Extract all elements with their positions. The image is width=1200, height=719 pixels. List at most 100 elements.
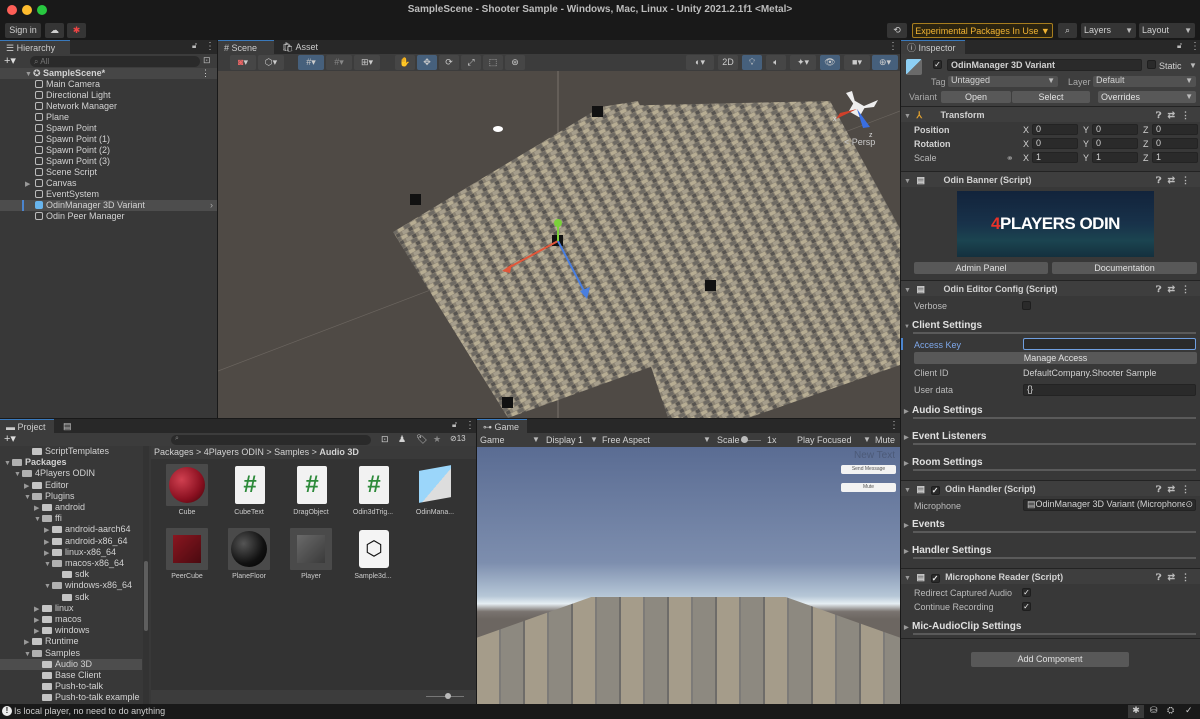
visibility-toggle[interactable]: 👁︎ (820, 55, 840, 70)
folder-tree-item[interactable]: ▶ linux (0, 603, 142, 614)
transform-position-z-input[interactable]: 0 (1152, 124, 1198, 135)
transform-scale-y-input[interactable]: 1 (1092, 152, 1138, 163)
hand-tool-button[interactable]: ✋ (395, 55, 415, 70)
spawn-point-icon[interactable] (705, 280, 716, 291)
directional-light-icon[interactable] (493, 126, 503, 132)
editor-config-header[interactable]: ▼ ▤ Odin Editor Config (Script) ❓︎⇄⋮ (901, 280, 1200, 296)
chevron-right-icon[interactable]: › (210, 200, 213, 211)
orientation-gizmo[interactable] (836, 91, 878, 128)
more-options-icon[interactable]: ⋮ (1181, 110, 1196, 120)
user-data-input[interactable]: {} (1023, 384, 1196, 396)
tag-icon[interactable]: 🏷︎ (416, 434, 427, 445)
sign-in-button[interactable]: Sign in (5, 23, 41, 38)
hierarchy-item[interactable]: ▶ Canvas (0, 178, 217, 189)
draw-mode-dropdown[interactable]: ◙▾ (230, 55, 256, 70)
help-icon[interactable]: ❓︎ (1156, 175, 1167, 185)
rect-tool-button[interactable]: ⬚ (483, 55, 503, 70)
odin-banner-image[interactable]: 4PLAYERS ODIN (957, 191, 1154, 257)
event-listeners-section[interactable]: ▶ Event Listeners (901, 429, 1200, 445)
odin-handler-enabled-checkbox[interactable]: ✓ (930, 486, 940, 495)
documentation-button[interactable]: Documentation (1052, 262, 1197, 274)
layers-dropdown[interactable]: Layers ▼ (1081, 23, 1136, 38)
hierarchy-item[interactable]: Spawn Point (3) (0, 156, 217, 167)
persp-label[interactable]: < Persp (844, 137, 875, 147)
mic-reader-enabled-checkbox[interactable]: ✓ (930, 574, 940, 583)
expand-arrow-icon[interactable]: ▶ (904, 404, 912, 420)
hierarchy-item[interactable]: Scene Script (0, 167, 217, 178)
more-options-icon[interactable]: ⋮ (205, 41, 215, 52)
grid-snap-toggle[interactable]: #▾ (298, 55, 324, 70)
2d-toggle[interactable]: 2D (718, 55, 738, 70)
tab-hierarchy[interactable]: ☰ Hierarchy (0, 40, 70, 54)
hierarchy-search-input[interactable]: ⌕ All (30, 56, 200, 67)
folder-tree-item[interactable]: ▼ 4Players ODIN (0, 468, 142, 479)
breadcrumb-item[interactable]: Packages (154, 447, 194, 457)
audio-settings-section[interactable]: ▶ Audio Settings (901, 403, 1200, 419)
folder-tree-item[interactable]: ▶ android-x86_64 (0, 536, 142, 547)
transform-header[interactable]: ▼ ⅄ Transform ❓︎⇄⋮ (901, 106, 1200, 122)
more-options-icon[interactable]: ⋮ (465, 420, 475, 431)
mute-button[interactable]: Mute (841, 483, 896, 492)
expand-arrow-icon[interactable]: ▶ (904, 544, 912, 560)
presets-icon[interactable]: ⇄ (1167, 284, 1181, 294)
play-focused-dropdown[interactable]: Play Focused ▼ (797, 433, 871, 447)
static-checkbox[interactable] (1147, 60, 1156, 69)
experimental-packages-button[interactable]: Experimental Packages In Use ▼ (912, 23, 1053, 38)
lighting-toggle[interactable]: 💡︎ (742, 55, 762, 70)
folder-tree-item[interactable]: ▼ Plugins (0, 491, 142, 502)
shading-dropdown[interactable]: ◐▾ (686, 55, 714, 70)
folder-tree-item[interactable]: ▼ Packages (0, 457, 142, 468)
odin-banner-header[interactable]: ▼ ▤ Odin Banner (Script) ❓︎⇄⋮ (901, 171, 1200, 187)
auto-generate-lighting-icon[interactable]: ⛭ (1167, 705, 1174, 716)
collapse-arrow-icon[interactable]: ▼ (904, 283, 912, 299)
hidden-packages-toggle[interactable]: ⊘13 (450, 434, 466, 443)
hierarchy-item[interactable]: Directional Light (0, 90, 217, 101)
static-dropdown-icon[interactable]: ▼ (1189, 61, 1197, 70)
increment-snap-toggle[interactable]: #▾ (326, 55, 352, 70)
more-options-icon[interactable]: ⋮ (1181, 284, 1196, 294)
help-icon[interactable]: ❓︎ (1156, 572, 1167, 582)
tree-scrollbar[interactable] (143, 446, 149, 704)
verbose-checkbox[interactable] (1022, 301, 1031, 310)
more-options-icon[interactable]: ⋮ (1190, 41, 1200, 52)
scale-tool-button[interactable]: ⤢ (461, 55, 481, 70)
asset-item[interactable]: # CubeText (219, 464, 279, 516)
client-settings-section[interactable]: ▼ Client Settings (901, 318, 1200, 334)
folder-tree-item[interactable]: ▼ ffi (0, 513, 142, 524)
tree-scrollbar-thumb[interactable] (144, 561, 148, 631)
collab-button[interactable]: ✱ (67, 23, 86, 38)
transform-rotation-y-input[interactable]: 0 (1092, 138, 1138, 149)
spawn-point-icon[interactable] (410, 194, 421, 205)
presets-icon[interactable]: ⇄ (1167, 175, 1181, 185)
expand-arrow-icon[interactable]: ▶ (904, 620, 912, 636)
breadcrumb-item[interactable]: 4Players ODIN (204, 447, 264, 457)
search-by-type-icon[interactable]: ⊡ (381, 434, 389, 445)
asset-item[interactable]: Cube (157, 464, 217, 516)
help-icon[interactable]: ❓︎ (1156, 110, 1167, 120)
collapse-arrow-icon[interactable]: ▼ (904, 483, 912, 499)
hierarchy-item[interactable]: Plane (0, 112, 217, 123)
transform-position-y-input[interactable]: 0 (1092, 124, 1138, 135)
folder-tree-item[interactable]: Base Client (0, 670, 142, 681)
folder-tree-item[interactable]: ▼ macos-x86_64 (0, 558, 142, 569)
undo-history-button[interactable]: ⟲ (887, 23, 907, 38)
folder-tree-item[interactable]: ▼ windows-x86_64 (0, 580, 142, 591)
lock-icon[interactable]: 🔓︎ (192, 41, 197, 51)
layout-dropdown[interactable]: Layout ▼ (1139, 23, 1195, 38)
continue-recording-checkbox[interactable]: ✓ (1022, 602, 1031, 611)
folder-tree-item[interactable]: ▶ linux-x86_64 (0, 547, 142, 558)
more-options-icon[interactable]: ⋮ (1181, 175, 1196, 185)
add-component-button[interactable]: Add Component (971, 652, 1129, 667)
add-icon[interactable]: +▾ (4, 54, 16, 67)
send-message-button[interactable]: Send Message (841, 465, 896, 474)
move-tool-button[interactable]: ✥ (417, 55, 437, 70)
y-axis-arrow-icon[interactable] (554, 219, 562, 227)
collapse-arrow-icon[interactable]: ▼ (904, 109, 912, 125)
presets-icon[interactable]: ⇄ (1167, 484, 1181, 494)
collapse-arrow-icon[interactable]: ▼ (904, 571, 912, 587)
folder-tree-item[interactable]: Push-to-talk example (0, 692, 142, 703)
hierarchy-item[interactable]: Main Camera (0, 79, 217, 90)
lock-icon[interactable]: 🔓︎ (1177, 41, 1182, 51)
room-settings-section[interactable]: ▶ Room Settings (901, 455, 1200, 471)
folder-tree-item[interactable]: ▼ Samples (0, 648, 142, 659)
